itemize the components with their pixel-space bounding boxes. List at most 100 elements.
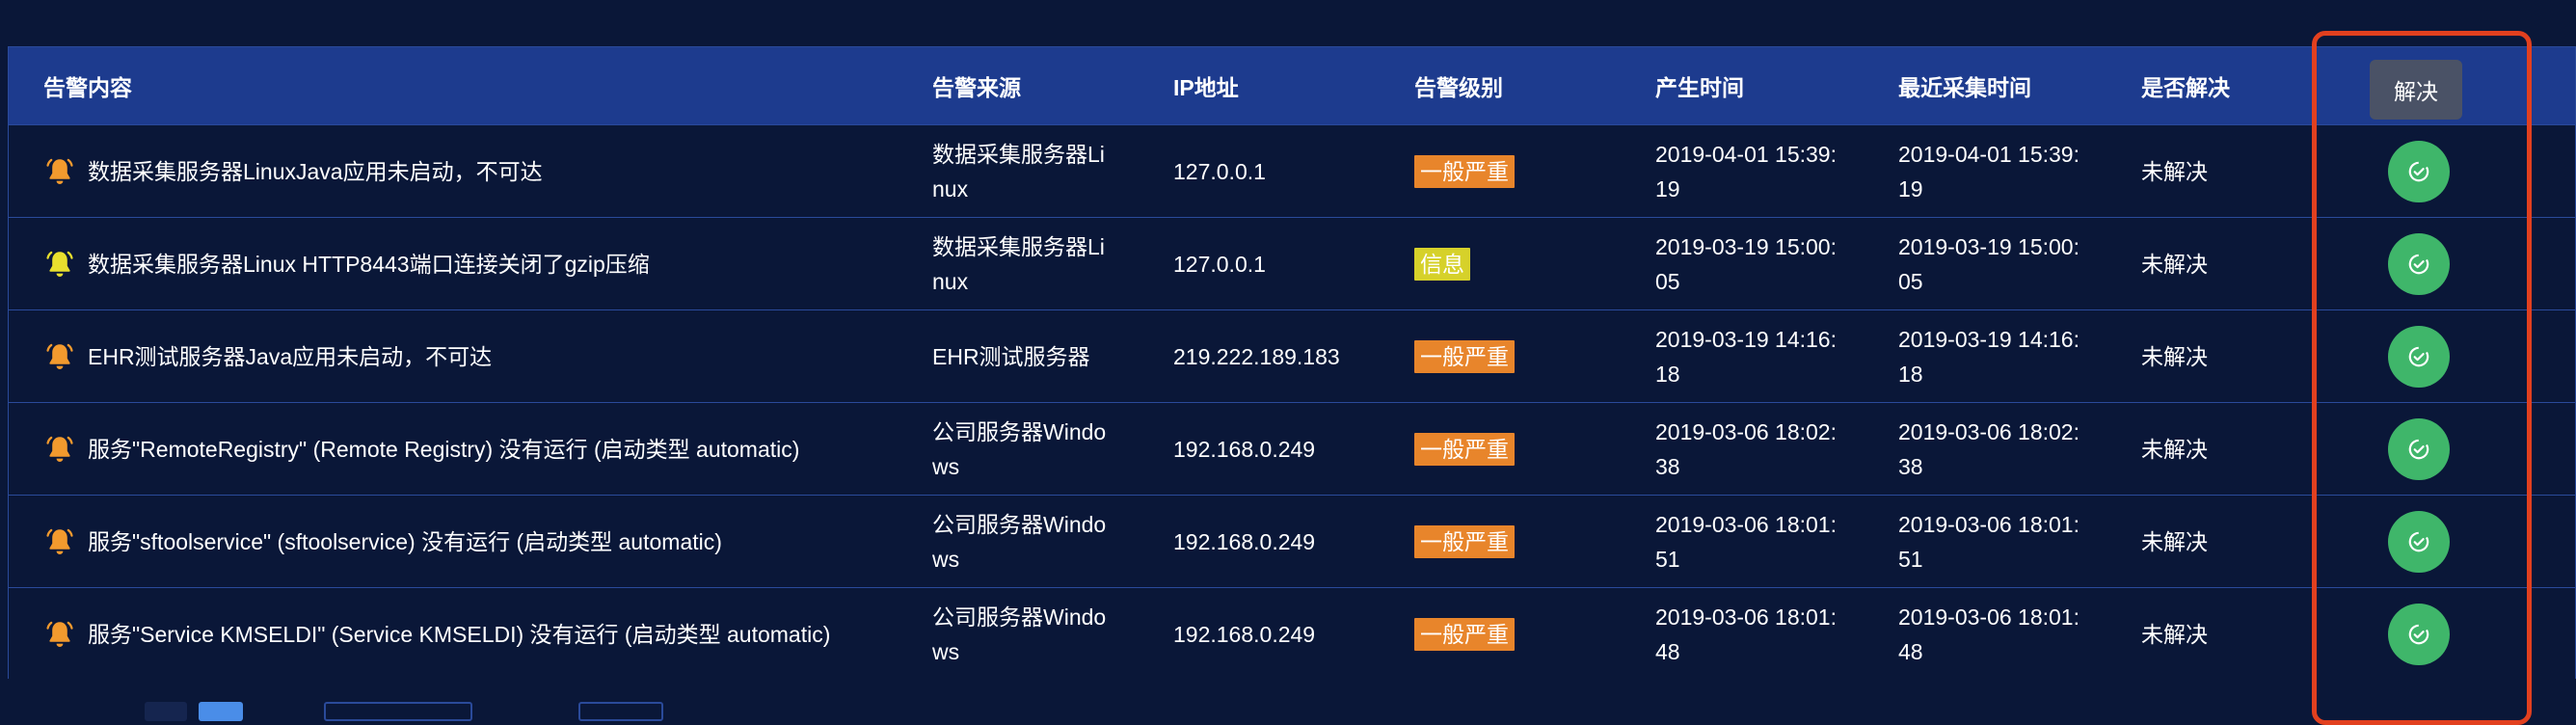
latest-time-cell: 2019-03-19 14:16:18 (1898, 310, 2110, 402)
action-cell (2322, 125, 2515, 217)
alert-level-cell: 一般严重 (1414, 588, 1626, 680)
alert-level-cell: 一般严重 (1414, 496, 1626, 587)
resolve-button[interactable] (2388, 140, 2450, 202)
latest-time-cell: 2019-03-06 18:02:38 (1898, 403, 2110, 495)
resolve-button[interactable] (2388, 603, 2450, 665)
created-time: 2019-03-06 18:01:51 (1655, 511, 1837, 572)
alert-content: 服务"Service KMSELDI" (Service KMSELDI) 没有… (88, 621, 831, 647)
check-circle-icon (2406, 252, 2431, 277)
created-time-cell: 2019-03-06 18:01:51 (1655, 496, 1867, 587)
resolved-status-cell: 未解决 (2141, 218, 2315, 309)
alert-level-cell: 一般严重 (1414, 310, 1626, 402)
latest-time: 2019-03-06 18:02:38 (1898, 418, 2080, 479)
header-latest[interactable]: 最近采集时间 (1898, 47, 2110, 124)
table-row: EHR测试服务器Java应用未启动，不可达 EHR测试服务器 219.222.189… (9, 309, 2575, 402)
resolve-button[interactable] (2388, 232, 2450, 295)
header-created[interactable]: 产生时间 (1655, 47, 1867, 124)
alert-content-cell: EHR测试服务器Java应用未启动，不可达 (43, 310, 911, 402)
resolve-button[interactable] (2388, 417, 2450, 480)
alert-ip: 219.222.189.183 (1173, 343, 1340, 369)
header-source[interactable]: 告警来源 (932, 47, 1125, 124)
resolved-status-cell: 未解决 (2141, 403, 2315, 495)
resolved-status: 未解决 (2141, 621, 2208, 647)
resolve-button[interactable] (2388, 510, 2450, 573)
latest-time: 2019-03-06 18:01:48 (1898, 604, 2080, 664)
alert-content-cell: 数据采集服务器LinuxJava应用未启动，不可达 (43, 125, 911, 217)
alert-source-cell: 数据采集服务器Linux (932, 125, 1125, 217)
table-row: 服务"sftoolservice" (sftoolservice) 没有运行 (… (9, 495, 2575, 587)
bell-icon (43, 433, 76, 466)
alert-source-cell: 数据采集服务器Linux (932, 218, 1125, 309)
alert-level-cell: 一般严重 (1414, 125, 1626, 217)
alert-ip: 192.168.0.249 (1173, 621, 1316, 647)
latest-time-cell: 2019-04-01 15:39:19 (1898, 125, 2110, 217)
pager-prev-button[interactable] (145, 702, 187, 721)
action-cell (2322, 218, 2515, 309)
pager-jump-input[interactable] (578, 702, 663, 721)
resolve-tooltip: 解决 (2370, 60, 2462, 120)
alert-content-cell: 数据采集服务器Linux HTTP8443端口连接关闭了gzip压缩 (43, 218, 911, 309)
alert-source-cell: 公司服务器Windows (932, 588, 1125, 680)
table-row: 服务"Service KMSELDI" (Service KMSELDI) 没有… (9, 587, 2575, 680)
action-cell (2322, 588, 2515, 680)
alert-table: 告警内容 告警来源 IP地址 告警级别 产生时间 最近采集时间 是否解决 数据采… (8, 46, 2576, 680)
latest-time-cell: 2019-03-19 15:00:05 (1898, 218, 2110, 309)
latest-time: 2019-03-19 14:16:18 (1898, 326, 2080, 387)
table-row: 数据采集服务器LinuxJava应用未启动，不可达 数据采集服务器Linux 127… (9, 124, 2575, 217)
alert-content: 服务"RemoteRegistry" (Remote Registry) 没有运… (88, 436, 800, 462)
table-header: 告警内容 告警来源 IP地址 告警级别 产生时间 最近采集时间 是否解决 (9, 47, 2575, 124)
table-row: 服务"RemoteRegistry" (Remote Registry) 没有运… (9, 402, 2575, 495)
latest-time-cell: 2019-03-06 18:01:48 (1898, 588, 2110, 680)
latest-time-cell: 2019-03-06 18:01:51 (1898, 496, 2110, 587)
header-level[interactable]: 告警级别 (1414, 47, 1626, 124)
resolved-status: 未解决 (2141, 343, 2208, 369)
table-row: 数据采集服务器Linux HTTP8443端口连接关闭了gzip压缩 数据采集服务… (9, 217, 2575, 309)
level-badge: 一般严重 (1414, 617, 1515, 651)
resolve-button[interactable] (2388, 325, 2450, 388)
header-ip[interactable]: IP地址 (1173, 47, 1385, 124)
level-badge: 一般严重 (1414, 524, 1515, 558)
bell-icon (43, 248, 76, 281)
alert-content: 数据采集服务器Linux HTTP8443端口连接关闭了gzip压缩 (88, 251, 650, 277)
bell-icon (43, 618, 76, 651)
bell-icon (43, 340, 76, 373)
check-circle-icon (2406, 159, 2431, 184)
alert-ip-cell: 192.168.0.249 (1173, 496, 1385, 587)
alert-level-cell: 一般严重 (1414, 403, 1626, 495)
created-time: 2019-03-19 14:16:18 (1655, 326, 1837, 387)
alert-ip: 127.0.0.1 (1173, 251, 1266, 277)
alert-level-cell: 信息 (1414, 218, 1626, 309)
bell-icon (43, 155, 76, 188)
created-time: 2019-04-01 15:39:19 (1655, 141, 1837, 201)
check-circle-icon (2406, 529, 2431, 554)
pager-size-select[interactable] (324, 702, 472, 721)
check-circle-icon (2406, 622, 2431, 647)
pager-current-page[interactable] (199, 702, 243, 721)
header-content[interactable]: 告警内容 (43, 47, 911, 124)
created-time-cell: 2019-04-01 15:39:19 (1655, 125, 1867, 217)
alert-source: 数据采集服务器Linux (932, 141, 1105, 201)
level-badge: 一般严重 (1414, 339, 1515, 373)
check-circle-icon (2406, 437, 2431, 462)
alert-ip-cell: 219.222.189.183 (1173, 310, 1385, 402)
latest-time: 2019-04-01 15:39:19 (1898, 141, 2080, 201)
alert-ip-cell: 127.0.0.1 (1173, 218, 1385, 309)
alert-content: 数据采集服务器LinuxJava应用未启动，不可达 (88, 158, 543, 184)
created-time-cell: 2019-03-06 18:01:48 (1655, 588, 1867, 680)
alert-source: EHR测试服务器 (932, 343, 1090, 369)
bell-icon (43, 525, 76, 558)
check-circle-icon (2406, 344, 2431, 369)
alert-content-cell: 服务"sftoolservice" (sftoolservice) 没有运行 (… (43, 496, 911, 587)
alert-ip-cell: 192.168.0.249 (1173, 403, 1385, 495)
header-resolved[interactable]: 是否解决 (2141, 47, 2315, 124)
resolved-status: 未解决 (2141, 436, 2208, 462)
alert-content: 服务"sftoolservice" (sftoolservice) 没有运行 (… (88, 528, 722, 554)
resolved-status-cell: 未解决 (2141, 310, 2315, 402)
alert-source: 公司服务器Windows (932, 604, 1107, 664)
level-badge: 一般严重 (1414, 154, 1515, 188)
action-cell (2322, 496, 2515, 587)
alert-source-cell: 公司服务器Windows (932, 403, 1125, 495)
alert-source: 数据采集服务器Linux (932, 233, 1105, 294)
alert-source-cell: 公司服务器Windows (932, 496, 1125, 587)
resolved-status: 未解决 (2141, 528, 2208, 554)
